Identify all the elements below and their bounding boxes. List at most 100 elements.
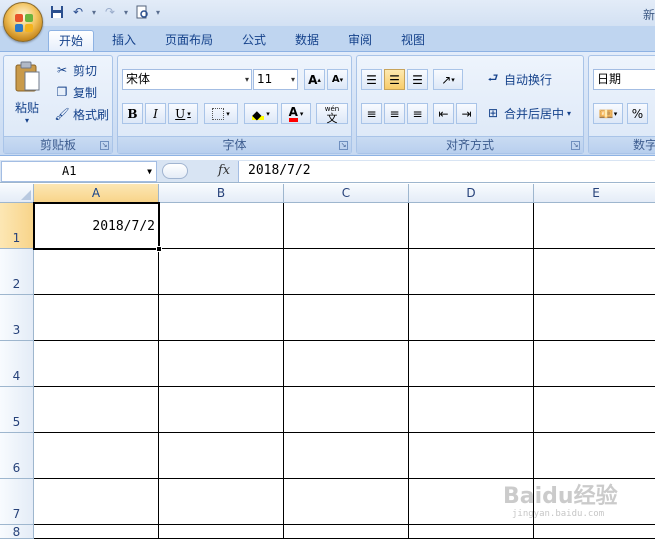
border-button[interactable]: ▾ <box>204 103 238 124</box>
font-name-combo[interactable]: 宋体 ▾ <box>122 69 252 90</box>
save-icon[interactable] <box>48 3 66 21</box>
cell-a8[interactable] <box>34 525 159 539</box>
align-right-button[interactable]: ≡ <box>407 103 428 124</box>
accounting-format-button[interactable]: 💴 ▾ <box>593 103 623 124</box>
print-preview-icon[interactable] <box>133 3 151 21</box>
alignment-launcher-icon[interactable]: ↘ <box>571 141 580 150</box>
row-header-6[interactable]: 6 <box>0 433 34 479</box>
cell-b8[interactable] <box>159 525 284 539</box>
row-header-5[interactable]: 5 <box>0 387 34 433</box>
tab-formulas[interactable]: 公式 <box>232 30 276 52</box>
customize-qat-icon[interactable]: ▾ <box>154 3 162 21</box>
align-center-button[interactable]: ≡ <box>384 103 405 124</box>
tab-page-layout[interactable]: 页面布局 <box>155 30 223 52</box>
cell-a1[interactable]: 2018/7/2 <box>34 203 159 249</box>
paste-button[interactable]: 粘贴 ▾ <box>10 60 44 134</box>
cell-a7[interactable] <box>34 479 159 525</box>
align-left-button[interactable]: ≡ <box>361 103 382 124</box>
font-launcher-icon[interactable]: ↘ <box>339 141 348 150</box>
grow-font-button[interactable]: A ▴ <box>304 69 325 90</box>
cell-c4[interactable] <box>284 341 409 387</box>
cell-d5[interactable] <box>409 387 534 433</box>
formula-input[interactable]: 2018/7/2 <box>238 161 655 182</box>
chevron-down-icon[interactable]: ▼ <box>147 162 152 181</box>
merge-center-button[interactable]: ⊞ 合并后居中 ▾ <box>485 103 571 123</box>
cell-d1[interactable] <box>409 203 534 249</box>
fill-handle[interactable] <box>156 246 162 252</box>
cell-b7[interactable] <box>159 479 284 525</box>
cell-b5[interactable] <box>159 387 284 433</box>
cell-c6[interactable] <box>284 433 409 479</box>
tab-view[interactable]: 视图 <box>391 30 435 52</box>
column-header-b[interactable]: B <box>159 184 284 203</box>
row-header-7[interactable]: 7 <box>0 479 34 525</box>
font-color-button[interactable]: A ▾ <box>281 103 311 124</box>
undo-dropdown-icon[interactable]: ▾ <box>90 3 98 21</box>
insert-function-icon[interactable]: fx <box>218 163 230 178</box>
wrap-text-button[interactable]: ⮐ 自动换行 <box>485 69 552 89</box>
align-bottom-button[interactable]: ☰ <box>407 69 428 90</box>
cell-e5[interactable] <box>534 387 655 433</box>
column-header-a[interactable]: A <box>34 184 159 203</box>
cell-a4[interactable] <box>34 341 159 387</box>
cell-d2[interactable] <box>409 249 534 295</box>
undo-icon[interactable]: ↶ <box>69 3 87 21</box>
phonetic-button[interactable]: wén 文 <box>316 103 348 124</box>
align-middle-button[interactable]: ☰ <box>384 69 405 90</box>
redo-icon[interactable]: ↷ <box>101 3 119 21</box>
align-top-button[interactable]: ☰ <box>361 69 382 90</box>
column-header-c[interactable]: C <box>284 184 409 203</box>
shrink-font-button[interactable]: A ▾ <box>327 69 348 90</box>
cell-e1[interactable] <box>534 203 655 249</box>
cell-a3[interactable] <box>34 295 159 341</box>
cell-c5[interactable] <box>284 387 409 433</box>
office-button[interactable] <box>3 2 43 42</box>
cell-c8[interactable] <box>284 525 409 539</box>
orientation-button[interactable]: ↗ ▾ <box>433 69 463 90</box>
cell-d6[interactable] <box>409 433 534 479</box>
chevron-down-icon[interactable]: ▾ <box>567 109 571 118</box>
cell-e4[interactable] <box>534 341 655 387</box>
bold-button[interactable]: B <box>122 103 143 124</box>
cell-e8[interactable] <box>534 525 655 539</box>
cell-a6[interactable] <box>34 433 159 479</box>
percent-button[interactable]: % <box>627 103 648 124</box>
row-header-2[interactable]: 2 <box>0 249 34 295</box>
column-header-e[interactable]: E <box>534 184 655 203</box>
cell-c1[interactable] <box>284 203 409 249</box>
cell-b4[interactable] <box>159 341 284 387</box>
cell-b6[interactable] <box>159 433 284 479</box>
decrease-indent-button[interactable]: ⇤ <box>433 103 454 124</box>
select-all-button[interactable] <box>0 184 34 203</box>
cell-e6[interactable] <box>534 433 655 479</box>
row-header-8[interactable]: 8 <box>0 525 34 539</box>
cell-b3[interactable] <box>159 295 284 341</box>
cell-b2[interactable] <box>159 249 284 295</box>
fill-color-button[interactable]: ◆ ▾ <box>244 103 278 124</box>
redo-dropdown-icon[interactable]: ▾ <box>122 3 130 21</box>
row-header-4[interactable]: 4 <box>0 341 34 387</box>
italic-button[interactable]: I <box>145 103 166 124</box>
underline-button[interactable]: U ▾ <box>168 103 198 124</box>
cell-c3[interactable] <box>284 295 409 341</box>
tab-data[interactable]: 数据 <box>285 30 329 52</box>
tab-insert[interactable]: 插入 <box>102 30 146 52</box>
cell-d3[interactable] <box>409 295 534 341</box>
cell-c2[interactable] <box>284 249 409 295</box>
name-box[interactable]: A1 ▼ <box>1 161 157 182</box>
paste-dropdown-icon[interactable]: ▾ <box>10 116 44 125</box>
cell-c7[interactable] <box>284 479 409 525</box>
cell-e3[interactable] <box>534 295 655 341</box>
cell-b1[interactable] <box>159 203 284 249</box>
cell-a2[interactable] <box>34 249 159 295</box>
font-size-combo[interactable]: 11 ▾ <box>253 69 298 90</box>
tab-home[interactable]: 开始 <box>48 30 95 52</box>
cell-e2[interactable] <box>534 249 655 295</box>
column-header-d[interactable]: D <box>409 184 534 203</box>
expand-formula-icon[interactable] <box>162 163 188 179</box>
cell-d8[interactable] <box>409 525 534 539</box>
number-format-combo[interactable]: 日期 <box>593 69 655 90</box>
row-header-3[interactable]: 3 <box>0 295 34 341</box>
cell-d4[interactable] <box>409 341 534 387</box>
format-painter-button[interactable]: 🖌 格式刷 <box>54 104 109 124</box>
